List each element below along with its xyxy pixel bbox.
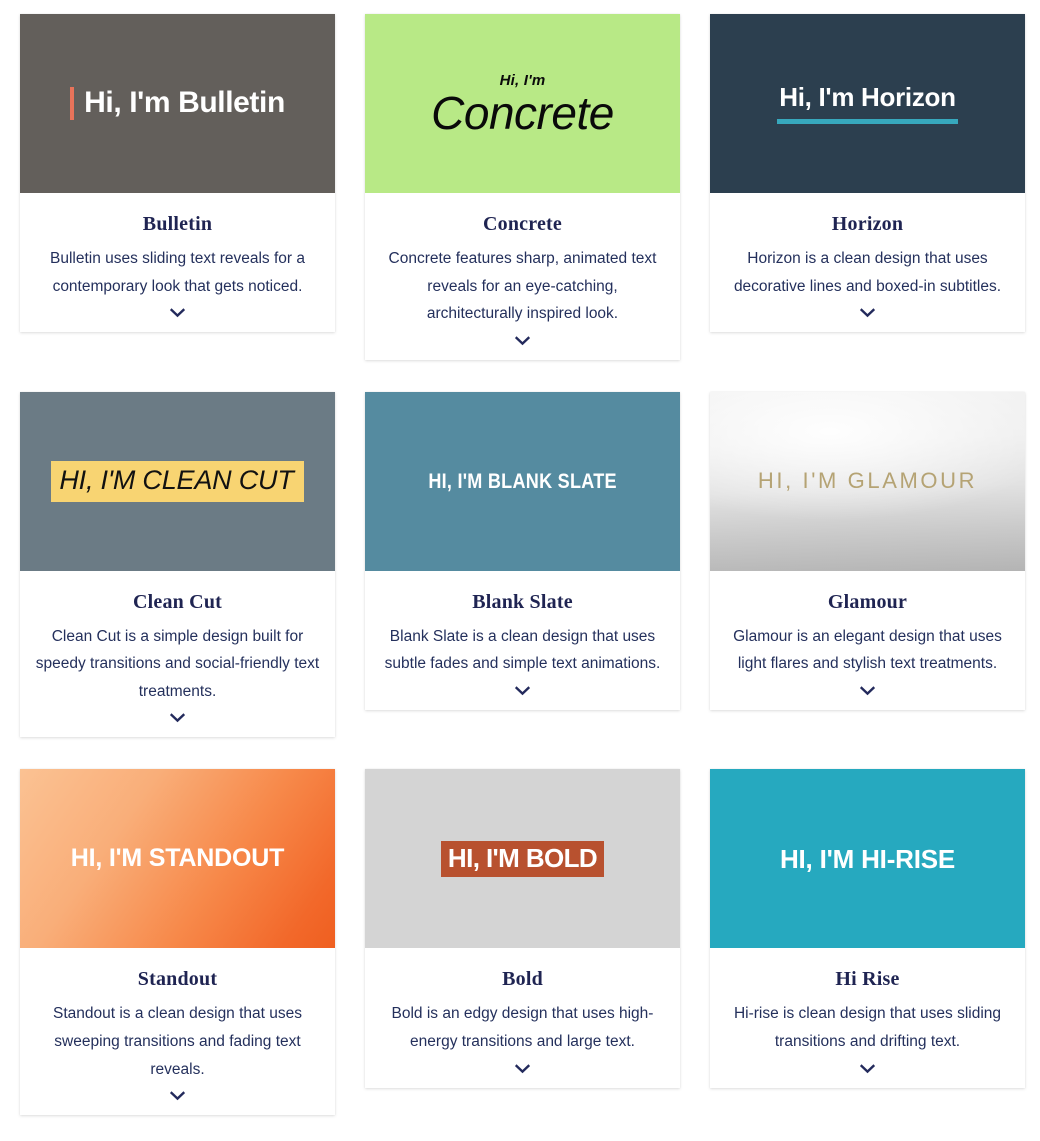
theme-description: Concrete features sharp, animated text r… (388, 250, 657, 323)
theme-title: Standout (137, 968, 218, 991)
chevron-down-icon[interactable] (860, 686, 875, 696)
theme-card-body: Hi Rise Hi-rise is clean design that use… (710, 948, 1025, 1087)
theme-preview-horizon[interactable]: Hi, I'm Horizon (710, 14, 1025, 193)
theme-title: Glamour (827, 590, 908, 613)
chevron-down-icon[interactable] (170, 308, 185, 318)
theme-title: Clean Cut (132, 590, 223, 613)
theme-description: Standout is a clean design that uses swe… (52, 1005, 303, 1078)
theme-title: Concrete (483, 213, 562, 235)
theme-title: Bulletin (142, 213, 213, 235)
theme-description: Glamour is an elegant design that uses l… (733, 627, 1002, 673)
accent-bar-icon (70, 87, 75, 120)
theme-description: Clean Cut is a simple design built for s… (35, 627, 320, 700)
preview-eyebrow: Hi, I'm (499, 71, 546, 89)
chevron-down-icon[interactable] (515, 1063, 530, 1074)
theme-card-hi-rise[interactable]: HI, I'M HI-RISE Hi Rise Hi-rise is clean… (710, 769, 1025, 1088)
theme-card-body: Bold Bold is an edgy design that uses hi… (365, 948, 680, 1087)
preview-headline: HI, I'M CLEAN CUT (51, 460, 304, 502)
chevron-down-icon[interactable] (515, 336, 530, 346)
theme-preview-bulletin[interactable]: Hi, I'm Bulletin (20, 14, 335, 193)
preview-headline: HI, I'M STANDOUT (70, 844, 285, 873)
preview-headline: Hi, I'm Bulletin (84, 86, 285, 120)
theme-card-body: Bulletin Bulletin uses sliding text reve… (20, 193, 335, 332)
preview-headline: HI, I'M HI-RISE (779, 843, 956, 874)
theme-card-horizon[interactable]: Hi, I'm Horizon Horizon Horizon is a cle… (710, 14, 1025, 333)
theme-card-body: Clean Cut Clean Cut is a simple design b… (20, 571, 335, 738)
theme-preview-standout[interactable]: HI, I'M STANDOUT (20, 769, 335, 949)
theme-preview-concrete[interactable]: Hi, I'm Concrete (365, 14, 680, 193)
theme-preview-bold[interactable]: HI, I'M BOLD (365, 769, 680, 949)
theme-description: Bold is an edgy design that uses high-en… (391, 1005, 654, 1051)
chevron-down-icon[interactable] (515, 686, 530, 696)
theme-preview-glamour[interactable]: HI, I'M GLAMOUR (710, 391, 1025, 571)
chevron-down-icon[interactable] (170, 713, 185, 723)
theme-card-glamour[interactable]: HI, I'M GLAMOUR Glamour Glamour is an el… (710, 391, 1025, 710)
chevron-down-icon[interactable] (860, 1063, 875, 1074)
theme-gallery-grid: Hi, I'm Bulletin Bulletin Bulletin uses … (0, 0, 1040, 1135)
chevron-down-icon[interactable] (860, 308, 875, 318)
theme-card-blank-slate[interactable]: HI, I'M BLANK SLATE Blank Slate Blank Sl… (365, 391, 680, 710)
theme-preview-hi-rise[interactable]: HI, I'M HI-RISE (710, 769, 1025, 949)
theme-description: Hi-rise is clean design that uses slidin… (733, 1005, 1002, 1051)
theme-preview-blank-slate[interactable]: HI, I'M BLANK SLATE (365, 391, 680, 571)
preview-headline: HI, I'M GLAMOUR (757, 468, 978, 494)
chevron-down-icon[interactable] (170, 1091, 185, 1101)
theme-description: Bulletin uses sliding text reveals for a… (49, 250, 306, 295)
theme-card-bulletin[interactable]: Hi, I'm Bulletin Bulletin Bulletin uses … (20, 14, 335, 333)
preview-headline: HI, I'M BLANK SLATE (428, 469, 617, 493)
theme-title: Hi Rise (835, 968, 900, 991)
theme-description: Horizon is a clean design that uses deco… (733, 250, 1002, 295)
theme-title: Blank Slate (472, 590, 573, 613)
theme-preview-clean-cut[interactable]: HI, I'M CLEAN CUT (20, 391, 335, 571)
theme-card-body: Standout Standout is a clean design that… (20, 948, 335, 1115)
theme-card-clean-cut[interactable]: HI, I'M CLEAN CUT Clean Cut Clean Cut is… (20, 391, 335, 738)
theme-card-body: Glamour Glamour is an elegant design tha… (710, 571, 1025, 710)
theme-card-body: Concrete Concrete features sharp, animat… (365, 193, 680, 360)
theme-card-concrete[interactable]: Hi, I'm Concrete Concrete Concrete featu… (365, 14, 680, 360)
theme-description: Blank Slate is a clean design that uses … (384, 627, 661, 673)
theme-title: Horizon (831, 213, 904, 235)
theme-card-body: Horizon Horizon is a clean design that u… (710, 193, 1025, 332)
preview-headline: Concrete (431, 86, 614, 139)
preview-headline: Hi, I'm Horizon (777, 83, 958, 124)
theme-card-bold[interactable]: HI, I'M BOLD Bold Bold is an edgy design… (365, 769, 680, 1088)
preview-headline: HI, I'M BOLD (440, 840, 605, 878)
theme-title: Bold (502, 968, 543, 991)
theme-card-standout[interactable]: HI, I'M STANDOUT Standout Standout is a … (20, 769, 335, 1116)
theme-card-body: Blank Slate Blank Slate is a clean desig… (365, 571, 680, 710)
